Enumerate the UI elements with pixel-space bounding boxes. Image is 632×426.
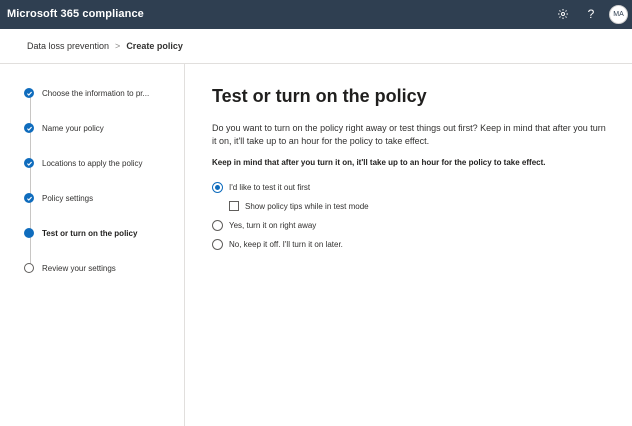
step-choose-information[interactable]: Choose the information to pr... <box>24 86 149 100</box>
step-label: Test or turn on the policy <box>42 228 138 238</box>
page-title: Test or turn on the policy <box>212 86 427 106</box>
breadcrumb-current: Create policy <box>126 41 183 51</box>
breadcrumb-parent-link[interactable]: Data loss prevention <box>27 41 109 51</box>
breadcrumb: Data loss prevention > Create policy <box>27 41 183 51</box>
radio-unselected-icon[interactable] <box>212 219 223 231</box>
radio-test-first[interactable]: I'd like to test it out first <box>212 181 612 193</box>
checkbox-icon[interactable] <box>229 201 239 211</box>
checkbox-label: Show policy tips while in test mode <box>245 201 369 211</box>
avatar[interactable]: MA <box>609 5 628 24</box>
help-icon[interactable]: ? <box>582 5 600 23</box>
page-description: Do you want to turn on the policy right … <box>212 123 606 146</box>
top-bar: Microsoft 365 compliance ? MA <box>0 0 632 29</box>
step-locations[interactable]: Locations to apply the policy <box>24 156 143 170</box>
step-label: Locations to apply the policy <box>42 158 143 168</box>
panel-divider <box>184 64 185 426</box>
step-policy-settings[interactable]: Policy settings <box>24 191 93 205</box>
step-label: Choose the information to pr... <box>42 88 150 98</box>
gear-icon[interactable] <box>554 5 572 23</box>
policy-mode-options: I'd like to test it out first Show polic… <box>212 181 612 250</box>
timing-note: Keep in mind that after you turn it on, … <box>212 158 546 167</box>
app-title[interactable]: Microsoft 365 compliance <box>7 8 144 20</box>
wizard-steps: Choose the information to pr... Name you… <box>0 64 184 426</box>
step-review-settings[interactable]: Review your settings <box>24 261 116 275</box>
step-label: Review your settings <box>42 263 116 273</box>
radio-turn-on-now[interactable]: Yes, turn it on right away <box>212 219 612 231</box>
checkmark-icon <box>24 193 34 203</box>
radio-label: Yes, turn it on right away <box>229 220 317 230</box>
current-step-icon <box>24 228 34 238</box>
pending-step-icon <box>24 263 34 273</box>
checkmark-icon <box>24 158 34 168</box>
step-label: Name your policy <box>42 123 104 133</box>
checkbox-show-policy-tips[interactable]: Show policy tips while in test mode <box>229 200 612 212</box>
step-label: Policy settings <box>42 193 94 203</box>
radio-label: I'd like to test it out first <box>229 182 311 192</box>
checkmark-icon <box>24 123 34 133</box>
breadcrumb-separator: > <box>115 41 121 51</box>
radio-selected-icon[interactable] <box>212 181 223 193</box>
radio-label: No, keep it off. I'll turn it on later. <box>229 239 343 249</box>
step-test-or-turn-on[interactable]: Test or turn on the policy <box>24 226 137 240</box>
step-name-policy[interactable]: Name your policy <box>24 121 104 135</box>
radio-unselected-icon[interactable] <box>212 238 223 250</box>
main-content: Test or turn on the policy Do you want t… <box>212 86 612 257</box>
checkmark-icon <box>24 88 34 98</box>
radio-keep-off[interactable]: No, keep it off. I'll turn it on later. <box>212 238 612 250</box>
